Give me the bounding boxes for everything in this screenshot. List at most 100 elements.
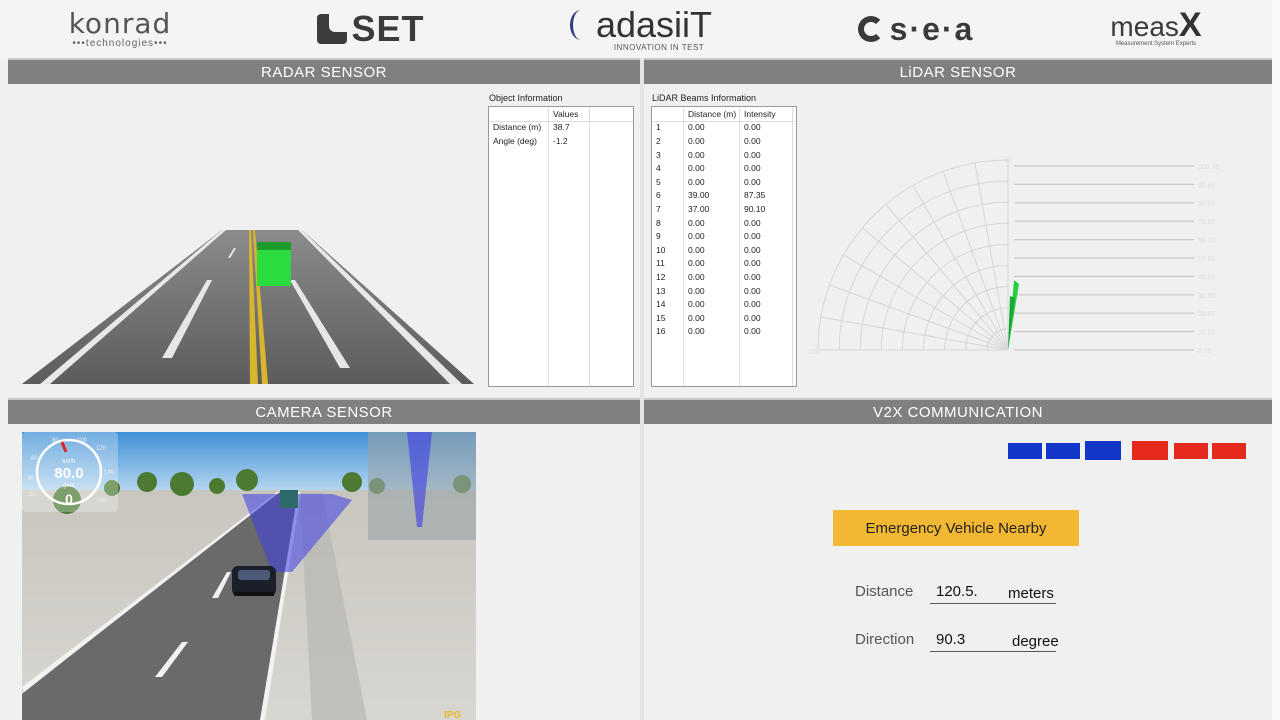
lidar-info-title: LiDAR Beams Information bbox=[652, 93, 757, 103]
sensor-dashboard: konrad •••technologies••• SET adasiiT IN… bbox=[0, 0, 1280, 720]
camera-feed: 80.0 km/h gear 0 60 80 100 120 140 180 4… bbox=[22, 432, 476, 720]
lidar-cell-distance: 0.00 bbox=[688, 163, 705, 174]
table-row: 14 0.00 0.00 bbox=[652, 297, 776, 311]
lidar-cell-id: 3 bbox=[656, 149, 661, 160]
intensity-tick-label: 0.00 bbox=[1198, 348, 1212, 355]
lidar-polar-plot: 100.00 90.00 80.00 70.00 60.00 50.00 40.00 30.0… bbox=[808, 157, 1220, 356]
lidar-cell-id: 10 bbox=[656, 244, 666, 255]
lidar-cell-distance: 0.00 bbox=[688, 258, 705, 269]
ego-vehicle bbox=[232, 566, 276, 596]
intensity-tick-label: 10.00 bbox=[1198, 330, 1216, 337]
window-edge bbox=[1272, 0, 1280, 720]
lidar-header-distance: Distance (m) bbox=[688, 108, 737, 119]
lidar-cell-distance: 0.00 bbox=[688, 244, 705, 255]
object-info-title: Object Information bbox=[489, 93, 563, 103]
lidar-cell-intensity: 0.00 bbox=[744, 244, 761, 255]
lidar-cell-intensity: 0.00 bbox=[744, 231, 761, 242]
lidar-panel-header: LiDAR SENSOR bbox=[644, 58, 1272, 84]
lidar-cell-intensity: 0.00 bbox=[744, 176, 761, 187]
lidar-beams-table: Distance (m) Intensity 1 0.00 0.00 2 0.00 0.0… bbox=[651, 106, 797, 387]
sea-logo-mark bbox=[857, 16, 884, 42]
sea-logo-text: s·e·a bbox=[889, 11, 975, 47]
v2x-indicator-red-2 bbox=[1174, 443, 1208, 459]
lidar-cell-intensity: 0.00 bbox=[744, 258, 761, 269]
lidar-cell-intensity: 0.00 bbox=[744, 149, 761, 160]
v2x-panel-header: V2X COMMUNICATION bbox=[644, 398, 1272, 424]
camera-watermark: IPG bbox=[444, 710, 461, 720]
radar-panel-header: RADAR SENSOR bbox=[8, 58, 640, 84]
table-row: Angle (deg) -1.2 bbox=[489, 134, 578, 148]
lidar-cell-intensity: 0.00 bbox=[744, 326, 761, 337]
lidar-cell-distance: 0.00 bbox=[688, 326, 705, 337]
lidar-cell-distance: 0.00 bbox=[688, 285, 705, 296]
object-value: 38.7 bbox=[553, 122, 570, 133]
lidar-cell-distance: 0.00 bbox=[688, 149, 705, 160]
v2x-indicator-blue-1 bbox=[1008, 443, 1042, 459]
konrad-logo-subtext: •••technologies••• bbox=[72, 37, 168, 49]
object-header-values: Values bbox=[553, 108, 579, 119]
table-row: 4 0.00 0.00 bbox=[652, 161, 776, 175]
lidar-cell-id: 6 bbox=[656, 190, 661, 201]
intensity-tick-label: 80.00 bbox=[1198, 201, 1216, 208]
distance-unit: meters bbox=[1008, 585, 1054, 602]
radar-object-box bbox=[257, 250, 291, 286]
speed-unit: km/h bbox=[62, 459, 75, 465]
logo-bar: konrad •••technologies••• SET adasiiT IN… bbox=[0, 0, 1280, 58]
lidar-cell-id: 8 bbox=[656, 217, 661, 228]
intensity-tick-label: 60.00 bbox=[1198, 238, 1216, 245]
lidar-header-blank bbox=[652, 107, 684, 121]
dial-tick: 20 bbox=[29, 492, 36, 498]
table-header-row: Distance (m) Intensity bbox=[652, 107, 776, 121]
table-row: 13 0.00 0.00 bbox=[652, 284, 776, 298]
lidar-cell-id: 1 bbox=[656, 122, 661, 133]
lidar-cell-distance: 37.00 bbox=[688, 203, 710, 214]
emergency-vehicle-alert[interactable]: Emergency Vehicle Nearby bbox=[833, 510, 1079, 546]
lidar-cell-id: 4 bbox=[656, 163, 661, 174]
table-row: 6 39.00 87.35 bbox=[652, 189, 776, 203]
v2x-indicator-red-1 bbox=[1132, 441, 1168, 460]
measx-logo-text: measX bbox=[1110, 6, 1202, 44]
table-row: 8 0.00 0.00 bbox=[652, 216, 776, 230]
camera-panel-header: CAMERA SENSOR bbox=[8, 398, 640, 424]
object-label: Angle (deg) bbox=[493, 135, 537, 146]
table-row: 10 0.00 0.00 bbox=[652, 243, 776, 257]
object-header-blank bbox=[489, 107, 549, 121]
lidar-cell-distance: 0.00 bbox=[688, 176, 705, 187]
panel-divider bbox=[640, 58, 644, 720]
lidar-cell-intensity: 0.00 bbox=[744, 217, 761, 228]
direction-label: Direction bbox=[855, 631, 915, 648]
lidar-cell-intensity: 0.00 bbox=[744, 163, 761, 174]
direction-value: 90.3 bbox=[936, 631, 966, 648]
lidar-cell-id: 9 bbox=[656, 231, 661, 242]
distance-label: Distance bbox=[855, 583, 914, 600]
sea-logo: s·e·a bbox=[852, 4, 980, 54]
lidar-cell-id: 5 bbox=[656, 176, 661, 187]
dial-tick: 120 bbox=[96, 446, 107, 452]
object-label: Distance (m) bbox=[493, 122, 542, 133]
gear-label: gear bbox=[63, 483, 75, 489]
intensity-tick-label: 20.00 bbox=[1198, 311, 1216, 318]
gear-value: 0 bbox=[65, 491, 73, 507]
table-row: 3 0.00 0.00 bbox=[652, 148, 776, 162]
lidar-cell-id: 11 bbox=[656, 258, 665, 269]
lidar-beam-detection bbox=[1008, 296, 1015, 350]
measx-logo-subtext: Measurement System Experts bbox=[1115, 41, 1197, 47]
table-row: 2 0.00 0.00 bbox=[652, 134, 776, 148]
lidar-cell-distance: 0.00 bbox=[688, 217, 705, 228]
lidar-cell-distance: 0.00 bbox=[688, 231, 705, 242]
dial-tick: 40 bbox=[27, 476, 34, 482]
dial-tick: 140 bbox=[104, 470, 115, 476]
lidar-cell-id: 13 bbox=[656, 285, 666, 296]
lidar-cell-id: 2 bbox=[656, 135, 661, 146]
intensity-tick-label: 40.00 bbox=[1198, 274, 1216, 281]
measx-logo: measX Measurement System Experts bbox=[1108, 4, 1204, 54]
lidar-cell-distance: 39.00 bbox=[688, 190, 710, 201]
lidar-cell-id: 12 bbox=[656, 271, 666, 282]
intensity-tick-label: 30.00 bbox=[1198, 293, 1216, 300]
lidar-cell-intensity: 0.00 bbox=[744, 135, 761, 146]
table-header-row: Values bbox=[489, 107, 578, 121]
table-row: 5 0.00 0.00 bbox=[652, 175, 776, 189]
intensity-tick-label: 100.00 bbox=[1198, 164, 1220, 171]
polar-left-label: 180 bbox=[808, 349, 820, 356]
lidar-cell-intensity: 0.00 bbox=[744, 299, 761, 310]
